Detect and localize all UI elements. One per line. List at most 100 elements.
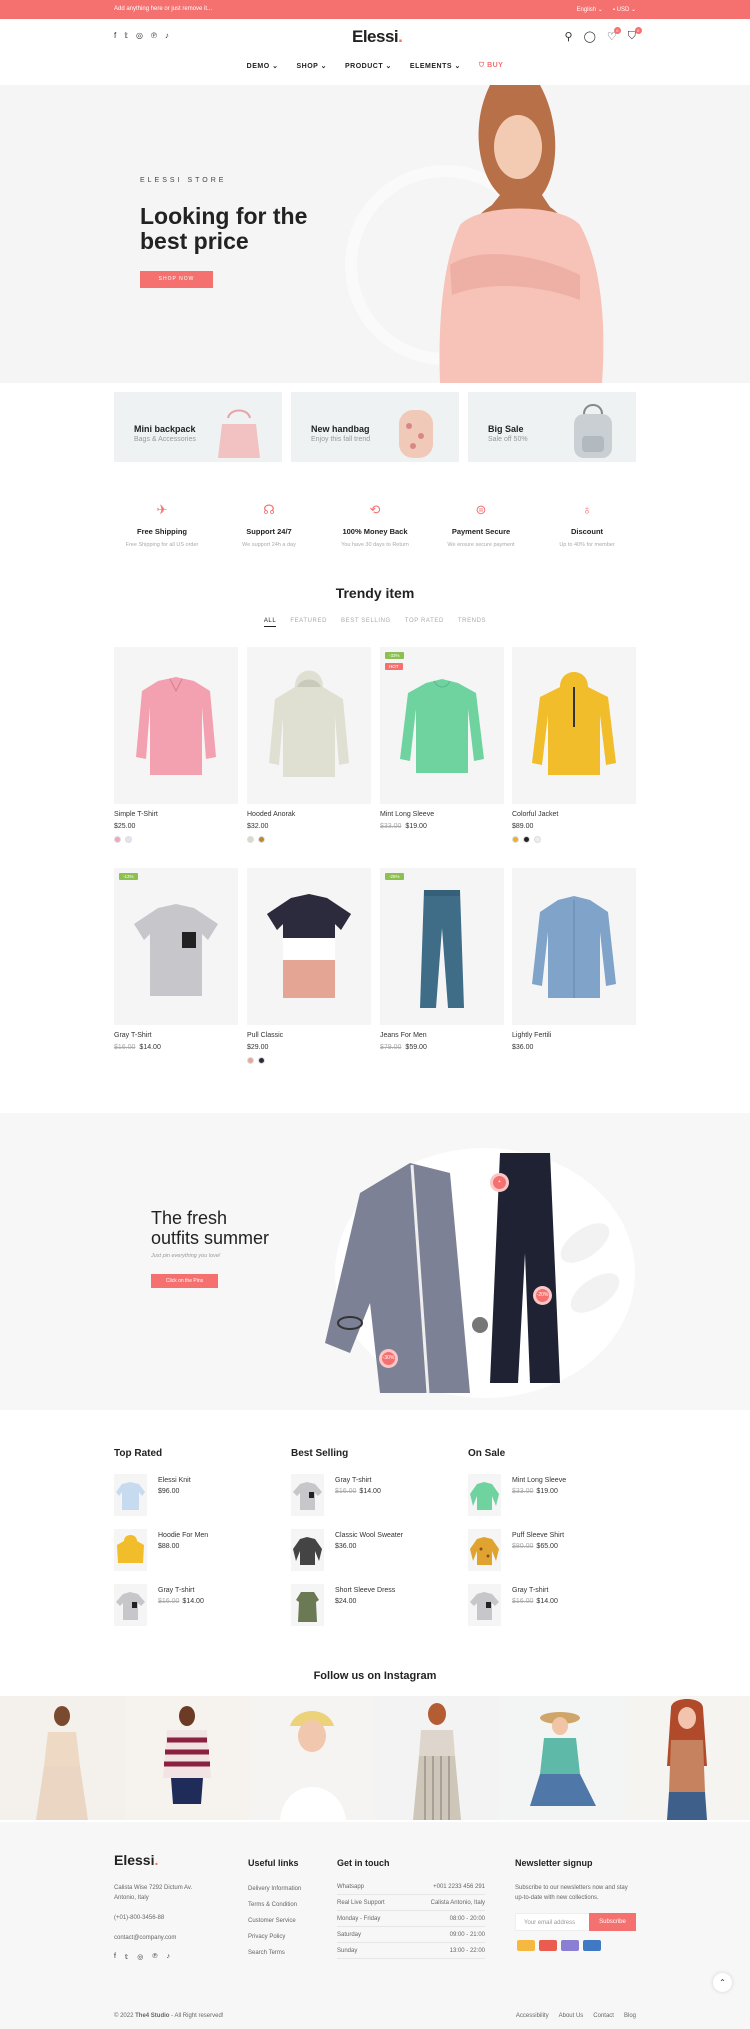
product-thumbnail[interactable] — [468, 1474, 501, 1516]
product-name[interactable]: Mint Long Sleeve — [512, 1477, 566, 1484]
product-card[interactable]: Lightly Fertili $36.00 — [512, 868, 636, 1051]
product-name[interactable]: Jeans For Men — [380, 1032, 504, 1039]
instagram-photo[interactable] — [375, 1696, 500, 1820]
pin-hotspot[interactable]: -30% — [379, 1349, 398, 1368]
tab-top-rated[interactable]: TOP RATED — [405, 618, 444, 627]
list-item[interactable]: Elessi Knit $96.00 — [114, 1474, 191, 1516]
swatch-mustard[interactable] — [258, 836, 265, 843]
currency-selector[interactable]: ▪ USD ⌄ — [613, 6, 636, 13]
product-image[interactable]: -13% — [114, 868, 238, 1025]
wishlist-icon[interactable]: ♡ 0 — [607, 27, 621, 43]
product-name[interactable]: Classic Wool Sweater — [335, 1532, 403, 1539]
product-name[interactable]: Gray T-Shirt — [114, 1032, 238, 1039]
instagram-photo[interactable] — [625, 1696, 750, 1820]
product-image[interactable]: -33% HOT — [380, 647, 504, 804]
click-on-pins-button[interactable]: Click on the Pins — [151, 1274, 218, 1288]
product-name[interactable]: Gray T-shirt — [335, 1477, 381, 1484]
product-card[interactable]: -25% Jeans For Men $79.00 $59.00 — [380, 868, 504, 1051]
product-thumbnail[interactable] — [291, 1584, 324, 1626]
tab-featured[interactable]: FEATURED — [290, 618, 327, 627]
swatch-white[interactable] — [534, 836, 541, 843]
product-card[interactable]: -13% Gray T-Shirt $16.00 $14.00 — [114, 868, 238, 1051]
tab-best-selling[interactable]: BEST SELLING — [341, 618, 391, 627]
product-card[interactable]: Simple T-Shirt $25.00 — [114, 647, 238, 843]
product-image[interactable] — [114, 647, 238, 804]
footer-link[interactable]: Delivery Information — [248, 1886, 301, 1892]
nav-item-elements[interactable]: ELEMENTS ⌄ — [410, 62, 461, 70]
language-selector[interactable]: English ⌄ — [576, 6, 602, 13]
product-name[interactable]: Hooded Anorak — [247, 811, 371, 818]
footer-link-about[interactable]: About Us — [559, 2013, 584, 2019]
back-to-top-button[interactable]: ⌃ — [713, 1973, 732, 1992]
swatch-black[interactable] — [523, 836, 530, 843]
swatch-yellow[interactable] — [512, 836, 519, 843]
list-item[interactable]: Classic Wool Sweater $36.00 — [291, 1529, 403, 1571]
banner-mini-backpack[interactable]: Mini backpack Bags & Accessories — [114, 392, 282, 462]
product-name[interactable]: Short Sleeve Dress — [335, 1587, 395, 1594]
tab-trends[interactable]: TRENDS — [458, 618, 486, 627]
swatch-salmon[interactable] — [247, 1057, 254, 1064]
footer-link-accessibility[interactable]: Accessibility — [516, 2013, 549, 2019]
footer-link[interactable]: Terms & Condition — [248, 1902, 297, 1908]
footer-link[interactable]: Privacy Policy — [248, 1934, 285, 1940]
twitter-icon[interactable]: 𝕥 — [124, 31, 128, 40]
footer-phone[interactable]: (+01)-800-3456-88 — [114, 1915, 164, 1921]
footer-logo[interactable]: Elessi. — [114, 1852, 158, 1868]
pin-hotspot[interactable]: -20% — [533, 1286, 552, 1305]
product-name[interactable]: Colorful Jacket — [512, 811, 636, 818]
footer-email[interactable]: contact@company.com — [114, 1935, 176, 1941]
subscribe-button[interactable]: Subscribe — [589, 1913, 636, 1931]
banner-new-handbag[interactable]: New handbag Enjoy this fall trend — [291, 392, 459, 462]
site-logo[interactable]: Elessi. — [352, 27, 403, 47]
twitter-icon[interactable]: 𝕥 — [125, 1953, 128, 1961]
list-item[interactable]: Puff Sleeve Shirt $80.00 $65.00 — [468, 1529, 564, 1571]
shop-now-button[interactable]: SHOP NOW — [140, 271, 213, 288]
list-item[interactable]: Gray T-shirt $16.00 $14.00 — [291, 1474, 381, 1516]
facebook-icon[interactable]: f — [114, 31, 116, 40]
list-item[interactable]: Short Sleeve Dress $24.00 — [291, 1584, 395, 1626]
search-icon[interactable]: ⚲ — [565, 30, 573, 43]
footer-link-blog[interactable]: Blog — [624, 2013, 636, 2019]
instagram-icon[interactable]: ◎ — [137, 1953, 143, 1961]
instagram-photo[interactable] — [0, 1696, 125, 1820]
product-image[interactable] — [512, 647, 636, 804]
product-name[interactable]: Hoodie For Men — [158, 1532, 208, 1539]
list-item[interactable]: Gray T-shirt $16.00 $14.00 — [468, 1584, 558, 1626]
nav-item-demo[interactable]: DEMO ⌄ — [247, 62, 279, 70]
pin-hotspot[interactable]: + — [490, 1173, 509, 1192]
nav-item-product[interactable]: PRODUCT ⌄ — [345, 62, 392, 70]
product-card[interactable]: Hooded Anorak $32.00 — [247, 647, 371, 843]
product-name[interactable]: Lightly Fertili — [512, 1032, 636, 1039]
list-item[interactable]: Mint Long Sleeve $33.00 $19.00 — [468, 1474, 566, 1516]
instagram-photo[interactable] — [500, 1696, 625, 1820]
product-thumbnail[interactable] — [291, 1474, 324, 1516]
nav-item-shop[interactable]: SHOP ⌄ — [296, 62, 327, 70]
list-item[interactable]: Hoodie For Men $88.00 — [114, 1529, 208, 1571]
tab-all[interactable]: ALL — [263, 618, 277, 627]
product-name[interactable]: Mint Long Sleeve — [380, 811, 504, 818]
tiktok-icon[interactable]: ♪ — [167, 1953, 171, 1961]
footer-link[interactable]: Customer Service — [248, 1918, 296, 1924]
pinterest-icon[interactable]: ℗ — [151, 31, 157, 40]
swatch-lavender[interactable] — [125, 836, 132, 843]
instagram-photo[interactable] — [250, 1696, 375, 1820]
product-card[interactable]: Pull Classic $29.00 — [247, 868, 371, 1064]
product-image[interactable] — [247, 868, 371, 1025]
nav-item-buy[interactable]: ⛉ BUY — [479, 62, 503, 70]
cart-icon[interactable]: ⛉ 0 — [628, 27, 642, 43]
product-name[interactable]: Gray T-shirt — [512, 1587, 558, 1594]
account-icon[interactable]: ◯ — [584, 30, 596, 43]
product-image[interactable] — [247, 647, 371, 804]
product-thumbnail[interactable] — [468, 1529, 501, 1571]
swatch-navy[interactable] — [258, 1057, 265, 1064]
product-name[interactable]: Simple T-Shirt — [114, 811, 238, 818]
product-thumbnail[interactable] — [291, 1529, 324, 1571]
tiktok-icon[interactable]: ♪ — [165, 31, 169, 40]
product-image[interactable]: -25% — [380, 868, 504, 1025]
product-thumbnail[interactable] — [468, 1584, 501, 1626]
product-thumbnail[interactable] — [114, 1474, 147, 1516]
product-name[interactable]: Pull Classic — [247, 1032, 371, 1039]
product-image[interactable] — [512, 868, 636, 1025]
footer-link[interactable]: Search Terms — [248, 1950, 285, 1956]
product-name[interactable]: Gray T-shirt — [158, 1587, 204, 1594]
